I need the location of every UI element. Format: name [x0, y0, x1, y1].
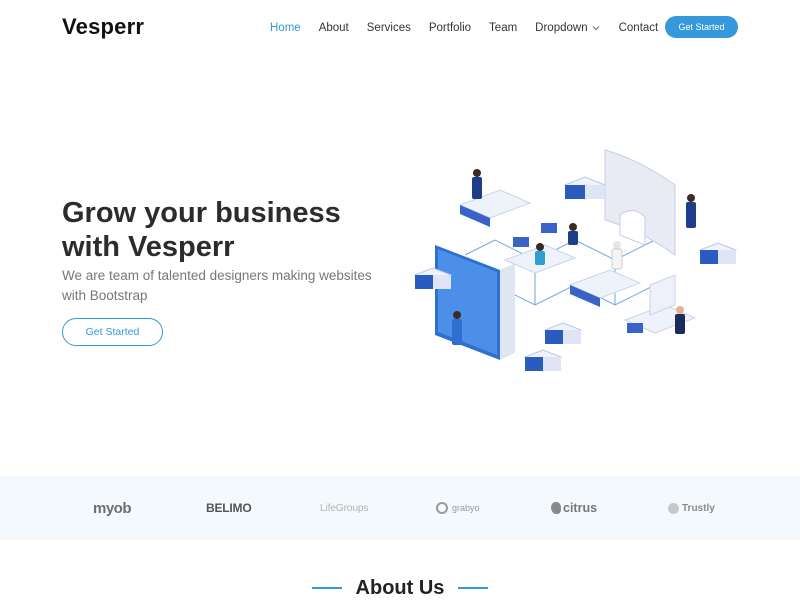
get-started-nav-button[interactable]: Get Started	[665, 16, 738, 38]
get-started-hero-button[interactable]: Get Started	[62, 318, 163, 346]
clients-section: myob BELIMO LifeGroups grabyo citrus Tru…	[0, 476, 800, 540]
nav-item-home[interactable]: Home	[270, 22, 301, 34]
isometric-office-illustration-icon	[413, 149, 738, 371]
client-logo-lifegroups: LifeGroups	[320, 502, 369, 514]
client-logo-citrus: citrus	[551, 498, 597, 518]
nav-item-dropdown[interactable]: Dropdown	[535, 22, 600, 34]
client-logo-trustly-label: Trustly	[682, 502, 715, 514]
brand-logo[interactable]: Vesperr	[62, 14, 144, 40]
about-section-heading: About Us	[0, 575, 800, 600]
main-nav: Home About Services Portfolio Team Dropd…	[270, 16, 676, 40]
chevron-down-icon	[592, 26, 600, 31]
client-logo-grabyo-label: grabyo	[452, 503, 480, 513]
nav-item-about[interactable]: About	[319, 22, 349, 34]
nav-item-team[interactable]: Team	[489, 22, 517, 34]
client-logo-myob: myob	[93, 499, 132, 517]
nav-item-contact[interactable]: Contact	[619, 22, 659, 34]
grabyo-logo-icon	[436, 502, 448, 514]
nav-item-services[interactable]: Services	[367, 22, 411, 34]
about-divider-right	[458, 587, 489, 589]
trustly-logo-icon	[668, 502, 679, 514]
citrus-logo-icon	[551, 502, 561, 514]
client-logo-citrus-label: citrus	[563, 501, 598, 515]
hero-title-line-2: with Vesperr	[62, 231, 235, 263]
hero-subtitle: We are team of talented designers making…	[62, 268, 372, 303]
nav-item-dropdown-label: Dropdown	[535, 22, 588, 34]
about-divider-left	[311, 587, 342, 589]
client-logo-trustly: Trustly	[668, 498, 715, 518]
hero-title: Grow your business with Vesperr	[62, 196, 402, 264]
nav-item-portfolio[interactable]: Portfolio	[429, 22, 471, 34]
about-title: About Us	[355, 576, 445, 599]
site-header: Vesperr Home About Services Portfolio Te…	[0, 0, 800, 56]
client-logo-belimo: BELIMO	[206, 501, 252, 515]
hero-title-line-1: Grow your business	[62, 197, 341, 229]
client-logo-grabyo: grabyo	[436, 498, 480, 518]
